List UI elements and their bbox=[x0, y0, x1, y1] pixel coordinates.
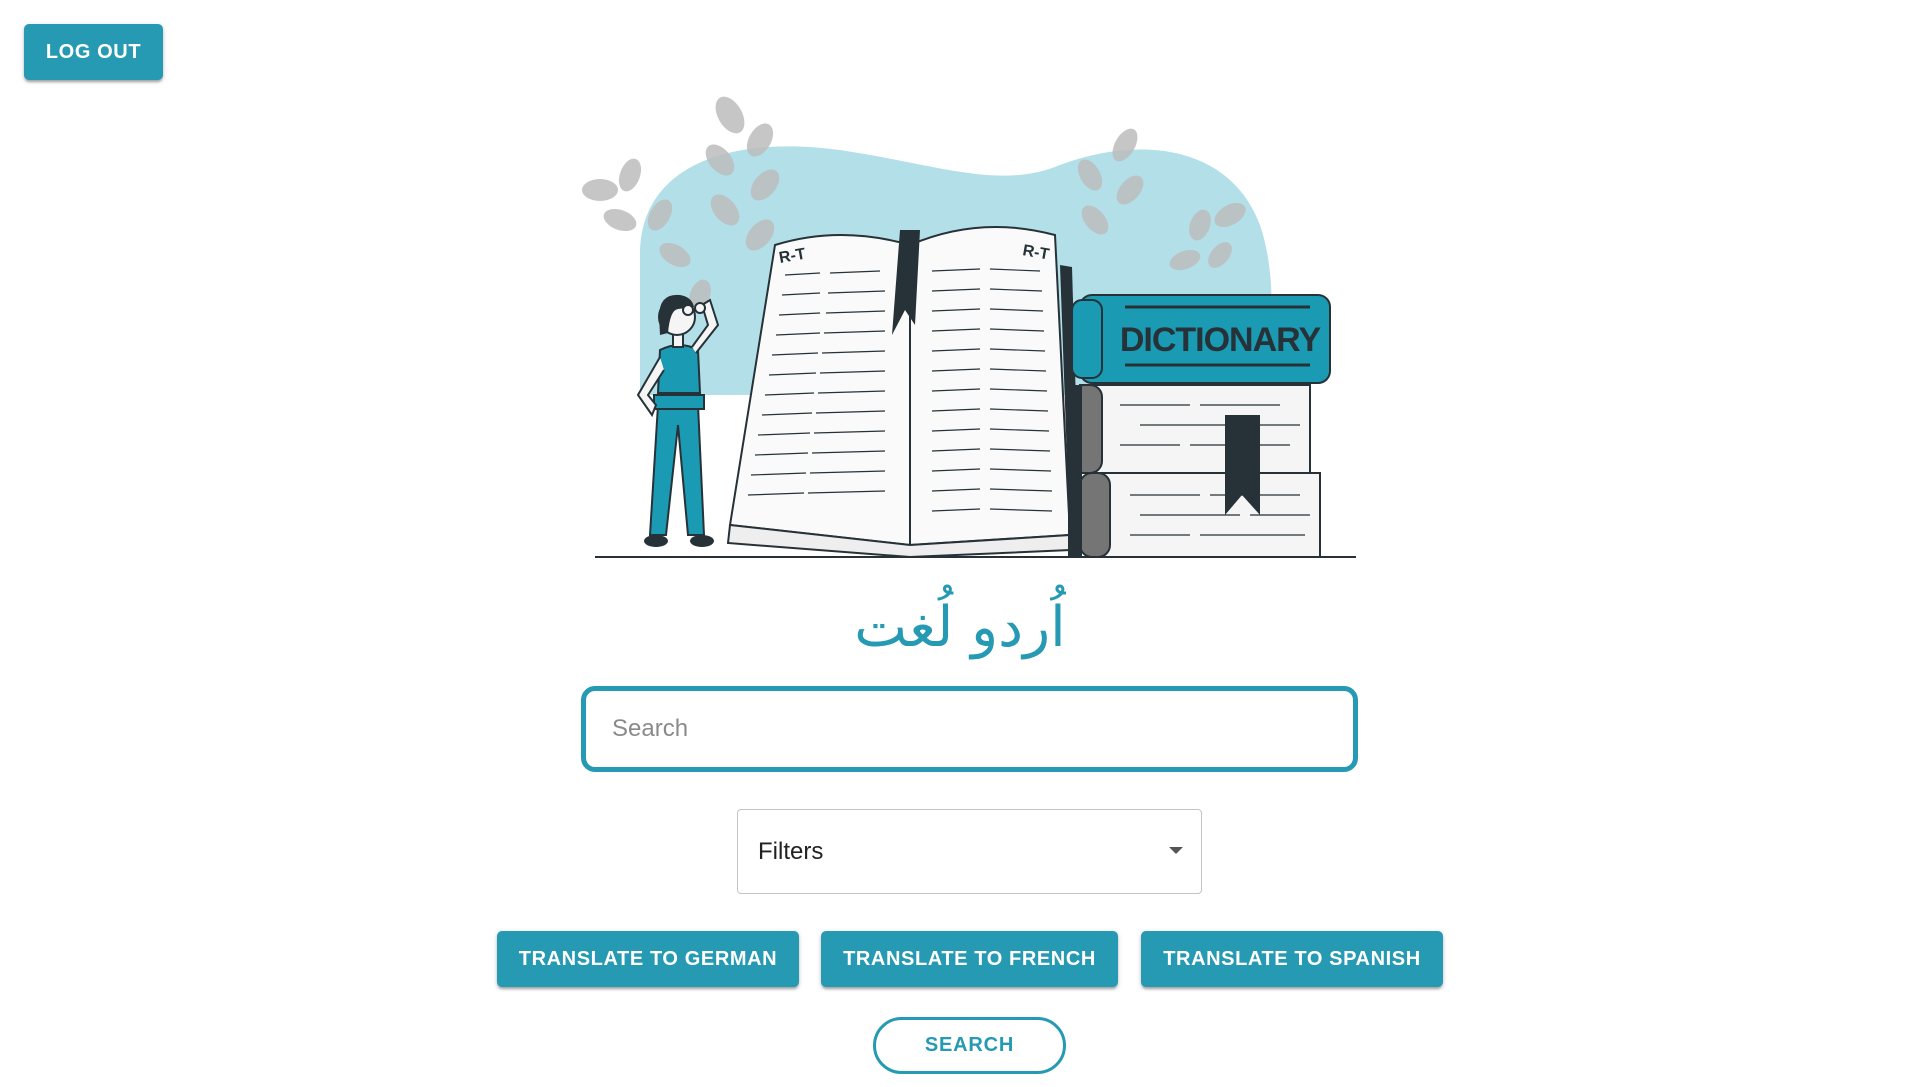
search-button[interactable]: SEARCH bbox=[873, 1017, 1066, 1074]
search-input[interactable] bbox=[586, 691, 1353, 767]
filters-select[interactable]: Filters bbox=[737, 809, 1202, 894]
app-title-urdu: اُردو لُغت bbox=[854, 595, 1066, 660]
dropdown-caret-icon bbox=[1169, 847, 1183, 854]
book-spine-text: DICTIONARY bbox=[1120, 321, 1322, 359]
dictionary-illustration: R-T R-T DICTIONARY bbox=[582, 96, 1356, 559]
filters-label: Filters bbox=[758, 838, 824, 865]
logout-button[interactable]: LOG OUT bbox=[24, 24, 163, 80]
dictionary-app: LOG OUT R-T R-T DICTIONARY اُردو لُغت Se… bbox=[0, 0, 1920, 1087]
translate-spanish-button[interactable]: TRANSLATE TO SPANISH bbox=[1141, 931, 1443, 987]
search-field[interactable] bbox=[581, 686, 1358, 772]
open-book: R-T R-T bbox=[726, 226, 1080, 559]
stacked-books: DICTIONARY bbox=[1068, 294, 1331, 558]
translate-german-button[interactable]: TRANSLATE TO GERMAN bbox=[497, 931, 799, 987]
translate-french-button[interactable]: TRANSLATE TO FRENCH bbox=[821, 931, 1118, 987]
